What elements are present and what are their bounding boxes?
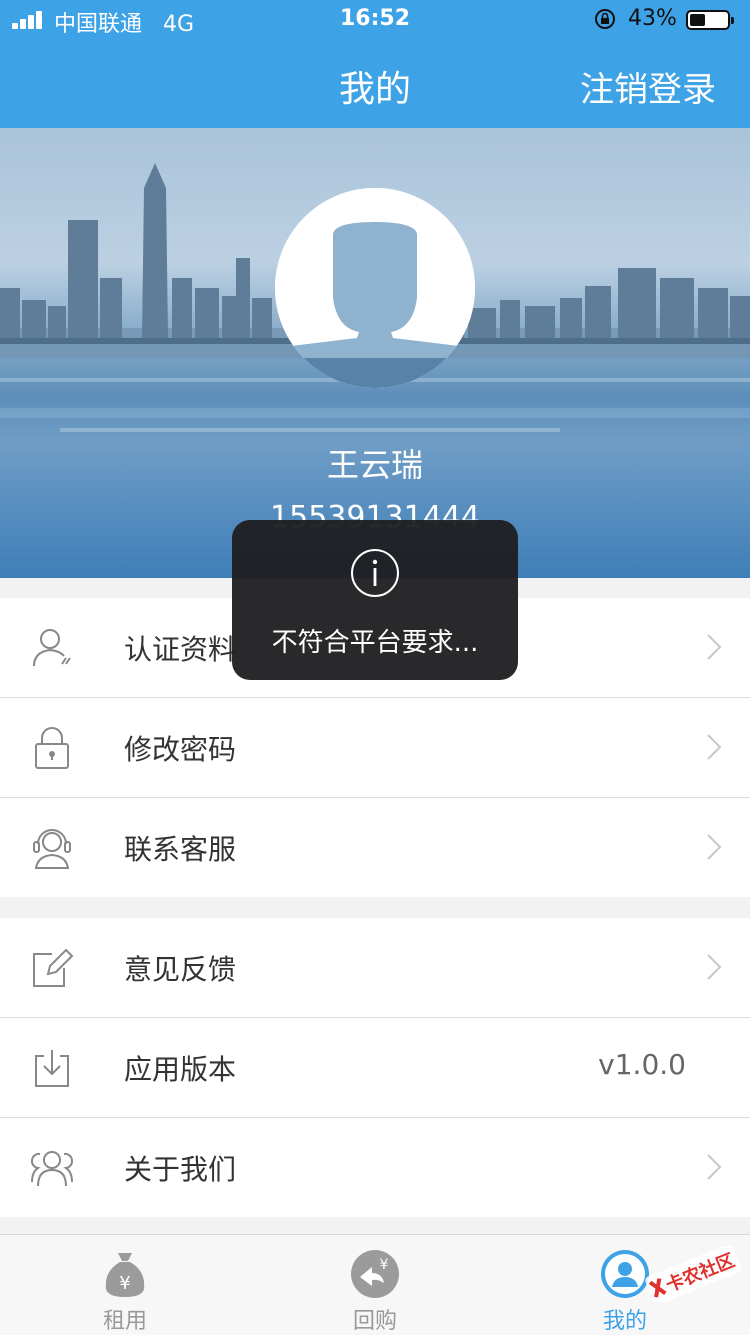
rotation-lock-icon — [595, 9, 615, 29]
avatar[interactable] — [275, 188, 475, 388]
user-verify-icon — [33, 629, 71, 667]
tab-bar: ¥ 租用 ¥ 回购 我的 — [0, 1234, 750, 1335]
chevron-right-icon — [707, 1154, 722, 1180]
tab-label: 回购 — [352, 1309, 397, 1334]
tab-label: 租用 — [102, 1309, 147, 1334]
status-bar: 中国联通 4G 16:52 43% — [0, 0, 750, 40]
money-bag-icon: ¥ — [105, 1253, 145, 1297]
default-avatar-icon — [275, 188, 475, 388]
menu-label: 意见反馈 — [124, 953, 237, 986]
toast-text: 不符合平台要求... — [271, 628, 479, 658]
menu-group-app: 意见反馈 应用版本 v1.0.0 关于我们 — [0, 918, 750, 1217]
download-icon — [35, 1050, 69, 1087]
svg-text:¥: ¥ — [119, 1273, 130, 1294]
lock-icon — [35, 727, 69, 769]
buyback-icon: ¥ — [351, 1250, 399, 1298]
version-value: v1.0.0 — [598, 1048, 686, 1081]
menu-label: 修改密码 — [124, 733, 237, 766]
info-icon — [351, 549, 399, 597]
battery-icon — [686, 10, 734, 30]
menu-item-change-password[interactable]: 修改密码 — [0, 698, 750, 798]
menu-item-feedback[interactable]: 意见反馈 — [0, 918, 750, 1018]
top-bar: 中国联通 4G 16:52 43% 我的 注销登录 — [0, 0, 750, 128]
edit-icon — [33, 948, 74, 987]
chevron-right-icon — [707, 634, 722, 660]
toast-message: 不符合平台要求... — [232, 520, 518, 680]
menu-label: 关于我们 — [124, 1153, 237, 1186]
tab-buyback[interactable]: ¥ 回购 — [250, 1235, 500, 1335]
menu-item-app-version: 应用版本 v1.0.0 — [0, 1018, 750, 1118]
logout-button[interactable]: 注销登录 — [580, 62, 716, 111]
tab-rent[interactable]: ¥ 租用 — [0, 1235, 250, 1335]
chevron-right-icon — [707, 734, 722, 760]
watermark-logo: 卡农社区 — [645, 1246, 742, 1302]
tab-label: 我的 — [602, 1309, 647, 1334]
svg-text:¥: ¥ — [380, 1257, 389, 1273]
chevron-right-icon — [707, 954, 722, 980]
chevron-right-icon — [707, 834, 722, 860]
menu-item-customer-service[interactable]: 联系客服 — [0, 798, 750, 897]
users-icon — [30, 1151, 74, 1187]
headset-icon — [33, 829, 71, 869]
menu-item-about-us[interactable]: 关于我们 — [0, 1118, 750, 1217]
user-name: 王云瑞 — [326, 446, 423, 484]
profile-banner: 王云瑞 15539131444 — [0, 128, 750, 578]
menu-label: 联系客服 — [124, 833, 237, 866]
menu-label: 认证资料 — [124, 633, 237, 666]
battery-percent: 43% — [628, 6, 677, 31]
menu-label: 应用版本 — [124, 1053, 237, 1086]
